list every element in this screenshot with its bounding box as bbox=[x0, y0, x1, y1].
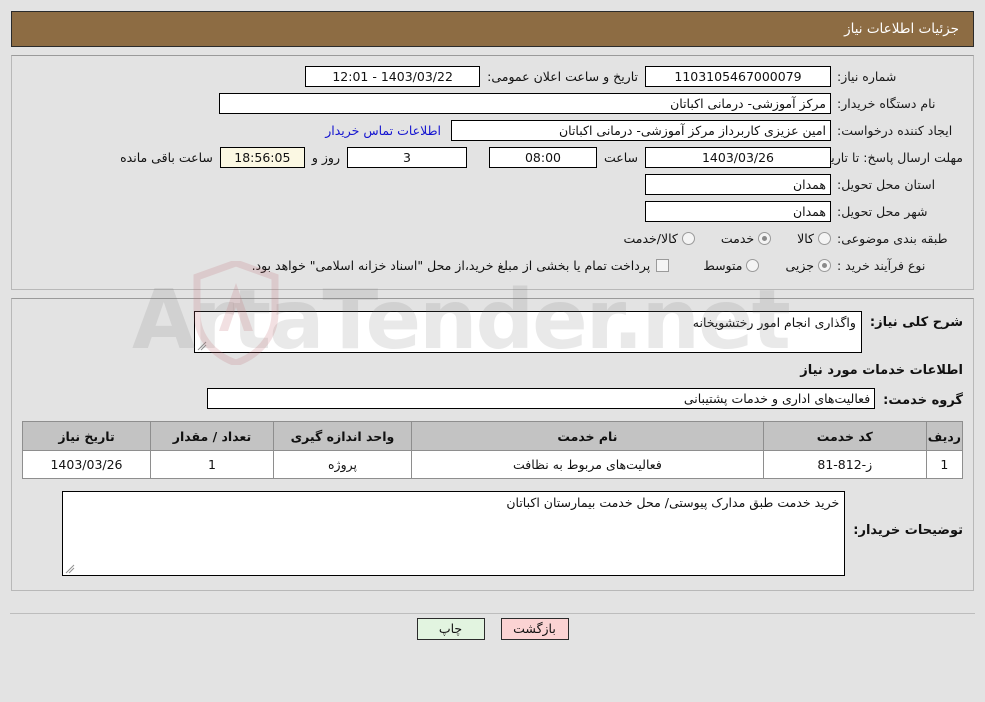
cell-need-date: 1403/03/26 bbox=[22, 450, 151, 479]
service-group-value: فعالیت‌های اداری و خدمات پشتیبانی bbox=[207, 388, 876, 409]
page-title: جزئیات اطلاعات نیاز bbox=[844, 21, 959, 37]
deadline-time-value: 08:00 bbox=[488, 146, 597, 168]
cell-quantity: 1 bbox=[150, 450, 274, 479]
cell-service-name: فعالیت‌های مربوط به نظافت bbox=[411, 450, 764, 479]
city-value: همدان bbox=[645, 200, 831, 222]
radio-icon[interactable] bbox=[818, 258, 831, 272]
treasury-checkbox-label: پرداخت تمام یا بخشی از مبلغ خرید،از محل … bbox=[251, 257, 651, 273]
time-remaining-value: 18:56:05 bbox=[219, 146, 305, 168]
row-creator: ایجاد کننده درخواست: امین عزیزی کاربرداز… bbox=[22, 119, 963, 141]
th-service-code: کد خدمت bbox=[762, 421, 927, 451]
resize-grip-icon[interactable] bbox=[197, 341, 207, 351]
radio-icon[interactable] bbox=[681, 231, 695, 245]
need-summary-panel: شماره نیاز: 1103105467000079 تاریخ و ساع… bbox=[11, 55, 974, 290]
row-category: طبقه بندی موضوعی: کالا خدمت کالا/خدمت bbox=[22, 227, 963, 249]
general-desc-value: واگذاری انجام امور رختشویخانه bbox=[692, 315, 856, 330]
th-quantity: تعداد / مقدار bbox=[150, 421, 274, 451]
creator-value: امین عزیزی کاربرداز مرکز آموزشی- درمانی … bbox=[451, 119, 831, 141]
buyer-contact-link[interactable]: اطلاعات تماس خریدار bbox=[325, 123, 451, 138]
need-details-panel: شرح کلی نیاز: واگذاری انجام امور رختشویخ… bbox=[11, 298, 974, 591]
process-option-minor[interactable]: جزیی bbox=[785, 258, 831, 273]
process-label: نوع فرآیند خرید : bbox=[837, 257, 926, 273]
footer-actions: بازگشت چاپ bbox=[0, 597, 985, 640]
cell-unit: پروژه bbox=[273, 450, 412, 479]
row-city: شهر محل تحویل: همدان bbox=[22, 200, 963, 222]
announce-datetime-value: 1403/03/22 - 12:01 bbox=[305, 65, 481, 87]
category-radio-group: کالا خدمت کالا/خدمت bbox=[597, 231, 831, 246]
radio-icon[interactable] bbox=[758, 231, 772, 245]
service-items-table: ردیف کد خدمت نام خدمت واحد اندازه گیری ت… bbox=[22, 421, 964, 479]
category-option-goods[interactable]: کالا bbox=[797, 231, 831, 246]
radio-icon[interactable] bbox=[746, 258, 760, 272]
category-option-label: کالا bbox=[797, 230, 814, 246]
category-label: طبقه بندی موضوعی: bbox=[837, 230, 948, 246]
deadline-label: مهلت ارسال پاسخ: تا تاریخ: bbox=[818, 149, 963, 165]
row-deadline: مهلت ارسال پاسخ: تا تاریخ: 1403/03/26 سا… bbox=[22, 146, 963, 168]
buyer-notes-value: خرید خدمت طبق مدارک پیوستی/ محل خدمت بیم… bbox=[506, 495, 840, 510]
row-province: استان محل تحویل: همدان bbox=[22, 173, 963, 195]
radio-icon[interactable] bbox=[818, 231, 831, 245]
general-description-block: شرح کلی نیاز: واگذاری انجام امور رختشویخ… bbox=[22, 311, 963, 353]
th-radif: ردیف bbox=[925, 421, 964, 451]
th-need-date: تاریخ نیاز bbox=[22, 421, 151, 451]
general-desc-textarea[interactable]: واگذاری انجام امور رختشویخانه bbox=[193, 311, 862, 353]
button-bar: بازگشت چاپ bbox=[10, 614, 975, 640]
need-number-value: 1103105467000079 bbox=[645, 65, 831, 87]
deadline-hour-label: ساعت bbox=[603, 149, 638, 165]
category-option-label: کالا/خدمت bbox=[623, 230, 678, 246]
cell-radif: 1 bbox=[925, 450, 964, 479]
days-separator-label: روز و bbox=[311, 149, 340, 165]
category-option-label: خدمت bbox=[720, 230, 755, 246]
checkbox-icon[interactable] bbox=[656, 258, 670, 272]
buyer-notes-block: توضیحات خریدار: خرید خدمت طبق مدارک پیوس… bbox=[22, 491, 963, 576]
city-label: شهر محل تحویل: bbox=[837, 203, 928, 219]
general-desc-label: شرح کلی نیاز: bbox=[869, 315, 963, 330]
page-header: جزئیات اطلاعات نیاز bbox=[11, 11, 974, 47]
service-group-label: گروه خدمت: bbox=[883, 393, 963, 408]
service-group-row: گروه خدمت: فعالیت‌های اداری و خدمات پشتی… bbox=[22, 388, 963, 409]
buyer-notes-textarea[interactable]: خرید خدمت طبق مدارک پیوستی/ محل خدمت بیم… bbox=[62, 491, 846, 576]
remaining-suffix-label: ساعت باقی مانده bbox=[120, 149, 213, 165]
treasury-checkbox-item[interactable]: پرداخت تمام یا بخشی از مبلغ خرید،از محل … bbox=[252, 258, 670, 273]
th-unit: واحد اندازه گیری bbox=[273, 421, 412, 451]
buyer-org-value: مرکز آموزشی- درمانی اکباتان bbox=[219, 92, 831, 114]
process-option-label: متوسط bbox=[703, 257, 743, 273]
category-option-goods-service[interactable]: کالا/خدمت bbox=[623, 230, 695, 246]
row-buyer-org: نام دستگاه خریدار: مرکز آموزشی- درمانی ا… bbox=[22, 92, 963, 114]
announce-datetime-label: تاریخ و ساعت اعلان عمومی: bbox=[487, 68, 638, 84]
province-label: استان محل تحویل: bbox=[837, 176, 936, 192]
back-button[interactable]: بازگشت bbox=[500, 618, 569, 640]
buyer-notes-label: توضیحات خریدار: bbox=[853, 523, 963, 538]
print-button[interactable]: چاپ bbox=[416, 618, 485, 640]
row-need-number: شماره نیاز: 1103105467000079 تاریخ و ساع… bbox=[22, 65, 963, 87]
th-service-name: نام خدمت bbox=[411, 421, 764, 451]
process-option-medium[interactable]: متوسط bbox=[703, 257, 760, 273]
row-process-type: نوع فرآیند خرید : جزیی متوسط پرداخت تمام… bbox=[22, 254, 963, 276]
services-section-title: اطلاعات خدمات مورد نیاز bbox=[800, 363, 963, 378]
process-option-label: جزیی bbox=[785, 257, 814, 273]
process-radio-group: جزیی متوسط bbox=[677, 258, 831, 273]
table-row: 1 ز-812-81 فعالیت‌های مربوط به نظافت پرو… bbox=[22, 450, 964, 479]
creator-label: ایجاد کننده درخواست: bbox=[837, 122, 953, 138]
category-option-service[interactable]: خدمت bbox=[720, 230, 772, 246]
days-remaining-value: 3 bbox=[346, 146, 467, 168]
buyer-org-label: نام دستگاه خریدار: bbox=[837, 95, 936, 111]
cell-service-code: ز-812-81 bbox=[762, 450, 927, 479]
province-value: همدان bbox=[645, 173, 831, 195]
deadline-date-value: 1403/03/26 bbox=[645, 146, 831, 168]
resize-grip-icon[interactable] bbox=[65, 564, 75, 574]
table-header-row: ردیف کد خدمت نام خدمت واحد اندازه گیری ت… bbox=[22, 421, 964, 451]
need-number-label: شماره نیاز: bbox=[837, 68, 897, 84]
